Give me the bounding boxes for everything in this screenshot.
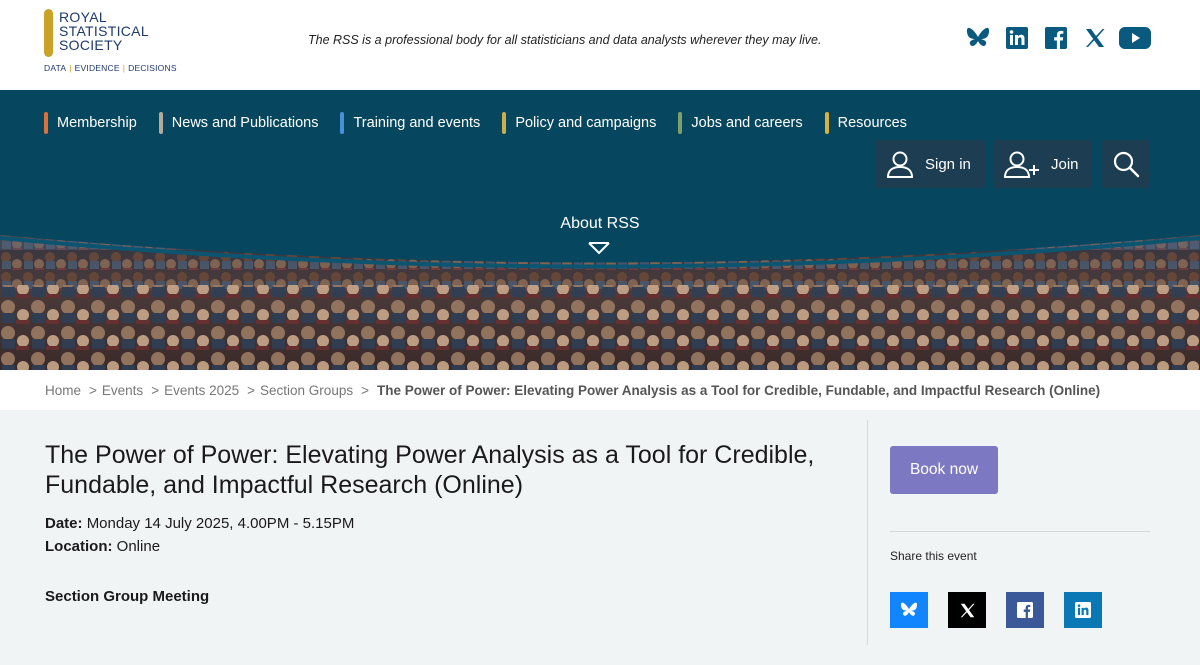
sign-in-label: Sign in: [925, 155, 971, 173]
about-rss-link[interactable]: About RSS: [0, 215, 1200, 233]
rss-logo[interactable]: ROYAL STATISTICAL SOCIETY DATA | EVIDENCE |…: [44, 9, 177, 75]
breadcrumb: Home > Events > Events 2025 > Section Gr…: [0, 370, 1200, 410]
location-label: Location:: [45, 538, 113, 555]
nav-accent-bar: [340, 112, 345, 134]
logo-tag-separator: |: [122, 63, 126, 73]
date-value: Monday 14 July 2025, 4.00PM - 5.15PM: [86, 515, 355, 532]
youtube-icon: [1119, 27, 1151, 49]
user-icon: [886, 151, 914, 178]
share-facebook-button[interactable]: [1006, 592, 1044, 628]
breadcrumb-section-groups[interactable]: Section Groups: [260, 383, 353, 398]
nav-item-label: Training and events: [353, 115, 481, 131]
breadcrumb-events[interactable]: Events: [102, 383, 143, 398]
nav-accent-bar: [678, 112, 683, 134]
book-now-button[interactable]: Book now: [890, 446, 998, 494]
search-button[interactable]: [1102, 140, 1150, 188]
chevron-down-icon[interactable]: [587, 240, 611, 256]
bluesky-icon: [900, 602, 918, 616]
facebook-icon: [1045, 27, 1067, 49]
x-icon: [1086, 29, 1105, 47]
share-bluesky-button[interactable]: [890, 592, 928, 628]
x-link[interactable]: [1083, 25, 1107, 51]
logo-tagline: DATA | EVIDENCE | DECISIONS: [44, 63, 177, 73]
location-value: Online: [116, 538, 161, 555]
nav-item-resources[interactable]: Resources: [824, 112, 907, 134]
share-label: Share this event: [890, 549, 977, 563]
logo-tag-2: EVIDENCE: [74, 63, 120, 73]
nav-item-training-events[interactable]: Training and events: [340, 112, 480, 134]
nav-item-label: Resources: [837, 115, 907, 131]
add-user-icon: [1003, 151, 1039, 178]
nav-item-label: News and Publications: [171, 115, 319, 131]
about-rss-label: About RSS: [560, 215, 640, 232]
main-navigation-band: Membership News and Publications Trainin…: [0, 90, 1200, 370]
logo-line-3: SOCIETY: [59, 37, 123, 53]
breadcrumb-home[interactable]: Home: [45, 383, 81, 398]
logo-line-1: ROYAL: [59, 9, 107, 25]
logo-wordmark: ROYAL STATISTICAL SOCIETY: [59, 10, 149, 52]
nav-item-label: Jobs and careers: [691, 115, 803, 131]
nav-item-membership[interactable]: Membership: [44, 112, 137, 134]
bluesky-icon: [966, 27, 990, 46]
logo-tag-separator: |: [69, 63, 72, 73]
breadcrumb-separator: >: [89, 382, 97, 398]
content-divider: [867, 420, 868, 645]
primary-nav: Membership News and Publications Trainin…: [44, 112, 929, 134]
facebook-icon: [1017, 602, 1033, 618]
nav-item-label: Policy and campaigns: [515, 115, 657, 131]
x-icon: [960, 603, 975, 617]
sidebar-divider: [890, 531, 1150, 532]
date-label: Date:: [45, 515, 83, 532]
event-category: Section Group Meeting: [45, 588, 210, 605]
logo-tag-1: DATA: [44, 63, 67, 73]
share-linkedin-button[interactable]: [1064, 592, 1102, 628]
breadcrumb-separator: >: [361, 382, 369, 398]
join-button[interactable]: Join: [993, 140, 1092, 188]
nav-accent-bar: [824, 112, 829, 134]
site-tagline: The RSS is a professional body for all s…: [308, 33, 822, 47]
nav-accent-bar: [44, 112, 48, 134]
breadcrumb-separator: >: [247, 382, 256, 398]
nav-item-policy-campaigns[interactable]: Policy and campaigns: [502, 112, 656, 134]
sign-in-button[interactable]: Sign in: [875, 140, 985, 188]
nav-accent-bar: [158, 112, 163, 134]
breadcrumb-current: The Power of Power: Elevating Power Anal…: [376, 382, 1101, 398]
logo-line-2: STATISTICAL: [59, 23, 149, 39]
bluesky-link[interactable]: [965, 25, 991, 51]
breadcrumb-events-2025[interactable]: Events 2025: [164, 383, 239, 398]
join-label: Join: [1051, 155, 1079, 173]
share-x-button[interactable]: [948, 592, 986, 628]
event-date: Date: Monday 14 July 2025, 4.00PM - 5.15…: [45, 512, 354, 535]
nav-item-news-publications[interactable]: News and Publications: [158, 112, 319, 134]
event-title: The Power of Power: Elevating Power Anal…: [45, 441, 815, 499]
linkedin-icon: [1006, 27, 1028, 49]
event-meta: Date: Monday 14 July 2025, 4.00PM - 5.15…: [45, 512, 354, 558]
breadcrumb-separator: >: [151, 382, 160, 398]
logo-tag-3: DECISIONS: [128, 63, 177, 73]
top-header: ROYAL STATISTICAL SOCIETY DATA | EVIDENCE |…: [0, 0, 1200, 90]
linkedin-link[interactable]: [1005, 25, 1029, 51]
facebook-link[interactable]: [1044, 25, 1068, 51]
nav-accent-bar: [502, 112, 507, 134]
nav-item-jobs-careers[interactable]: Jobs and careers: [678, 112, 803, 134]
youtube-link[interactable]: [1119, 25, 1151, 51]
event-location: Location: Online: [45, 535, 354, 558]
logo-bar: [44, 9, 53, 57]
linkedin-icon: [1075, 602, 1091, 618]
search-icon: [1113, 151, 1140, 178]
nav-item-label: Membership: [57, 115, 137, 131]
